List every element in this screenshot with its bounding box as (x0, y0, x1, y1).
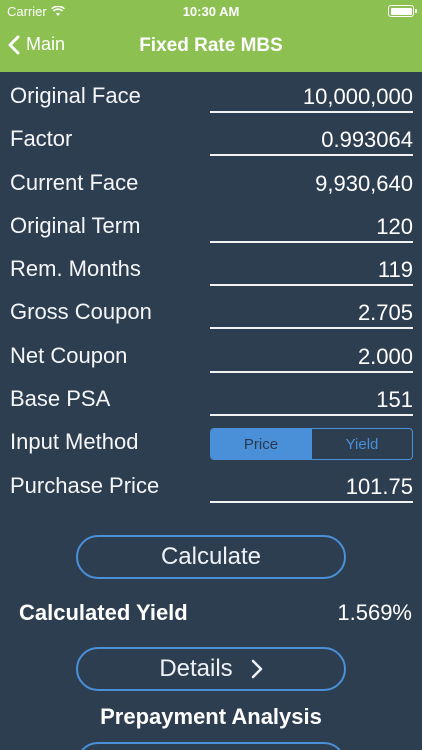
battery-icon (388, 5, 417, 17)
details-button[interactable]: Details (76, 647, 346, 691)
original-face-row: Original Face 10,000,000 (0, 75, 422, 118)
input-method-label: Input Method (10, 429, 139, 455)
mbs-form: Original Face 10,000,000 Factor 0.993064… (0, 75, 422, 508)
details-button-label: Details (159, 655, 233, 682)
status-bar: Carrier 10:30 AM (0, 0, 422, 22)
current-face-value: 9,930,640 (315, 170, 413, 196)
base-psa-row: Base PSA 151 (0, 378, 422, 421)
original-term-input[interactable]: 120 (210, 211, 413, 243)
net-coupon-input[interactable]: 2.000 (210, 341, 413, 373)
rem-months-row: Rem. Months 119 (0, 248, 422, 291)
rem-months-label: Rem. Months (10, 256, 141, 282)
prepayment-analysis-button[interactable] (76, 742, 346, 750)
factor-label: Factor (10, 126, 73, 152)
purchase-price-input[interactable]: 101.75 (210, 471, 413, 503)
base-psa-label: Base PSA (10, 386, 111, 412)
segment-yield[interactable]: Yield (311, 429, 412, 460)
original-term-row: Original Term 120 (0, 205, 422, 248)
calculated-yield-row: Calculated Yield 1.569% (19, 598, 412, 630)
calculated-yield-value: 1.569% (337, 600, 412, 625)
status-time: 10:30 AM (182, 4, 240, 19)
rem-months-input[interactable]: 119 (210, 254, 413, 287)
input-method-row: Input Method Price Yield (0, 421, 422, 464)
input-method-segmented-control: Price Yield (210, 428, 413, 461)
original-face-input[interactable]: 10,000,000 (210, 81, 413, 113)
gross-coupon-input[interactable]: 2.705 (210, 297, 413, 330)
segment-price[interactable]: Price (211, 429, 311, 460)
net-coupon-row: Net Coupon 2.000 (0, 335, 422, 378)
chevron-right-icon (251, 659, 262, 679)
page-title: Fixed Rate MBS (139, 35, 283, 56)
gross-coupon-row: Gross Coupon 2.705 (0, 291, 422, 334)
purchase-price-row: Purchase Price 101.75 (0, 465, 422, 508)
base-psa-input[interactable]: 151 (210, 384, 413, 417)
prepayment-analysis-heading: Prepayment Analysis (100, 704, 322, 729)
calculated-yield-label: Calculated Yield (19, 600, 188, 625)
navigation-bar: Main Fixed Rate MBS (0, 22, 422, 72)
factor-input[interactable]: 0.993064 (210, 124, 413, 157)
purchase-price-label: Purchase Price (10, 472, 160, 498)
calculate-button-label: Calculate (160, 543, 262, 570)
calculate-button[interactable]: Calculate (76, 535, 346, 579)
original-face-label: Original Face (10, 83, 141, 108)
current-face-label: Current Face (10, 169, 139, 195)
original-term-label: Original Term (10, 212, 141, 238)
current-face-row: Current Face 9,930,640 (0, 162, 422, 205)
net-coupon-label: Net Coupon (10, 342, 128, 368)
factor-row: Factor 0.993064 (0, 118, 422, 161)
gross-coupon-label: Gross Coupon (10, 299, 152, 325)
